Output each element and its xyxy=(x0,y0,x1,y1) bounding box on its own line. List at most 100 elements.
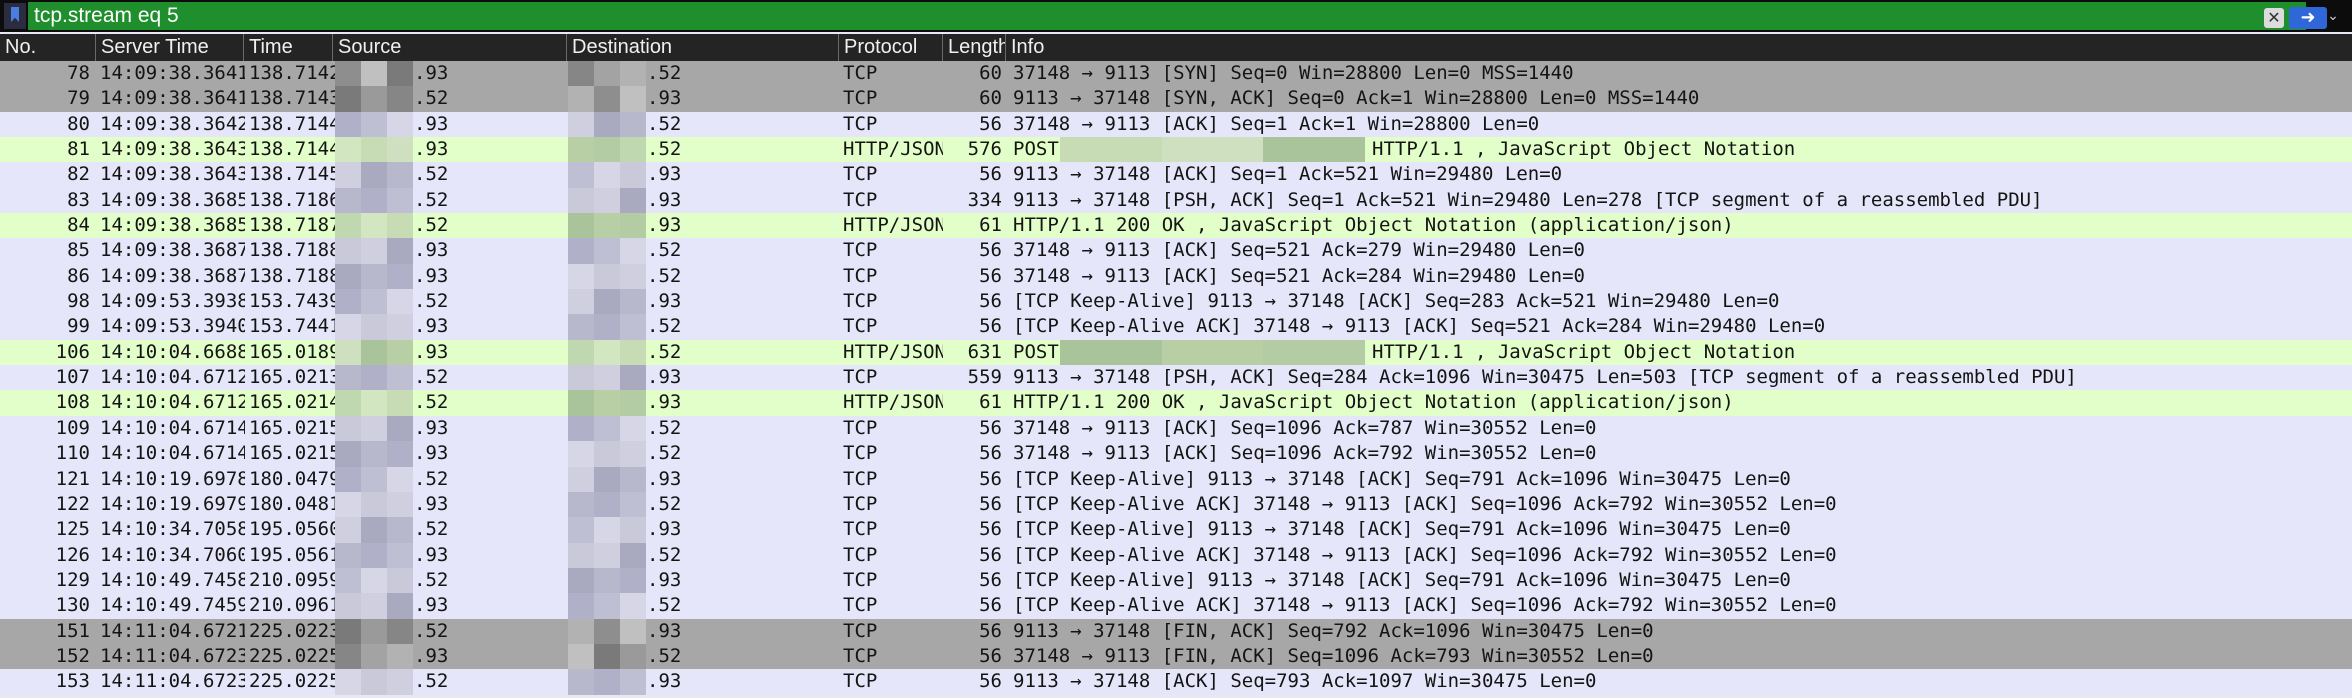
packet-number: 83 xyxy=(67,188,90,211)
redacted-ip-block xyxy=(335,263,413,290)
info-text: [TCP Keep-Alive ACK] 37148 → 9113 [ACK] … xyxy=(1013,594,1837,617)
protocol: TCP xyxy=(843,416,878,439)
redacted-ip-block xyxy=(568,339,646,366)
source-address: .52 xyxy=(414,568,449,591)
packet-row[interactable]: 106 14:10:04.668857165.018986 .93 .52 HTTP/J… xyxy=(0,339,2352,366)
packet-row[interactable]: 153 14:11:04.672389225.022518 .52 .93 TCP 56 9… xyxy=(0,669,2352,695)
packet-list[interactable]: 7814:09:38.364153138.714282.93.52TCP6037… xyxy=(0,61,2352,695)
frame-length: 56 xyxy=(979,467,1002,490)
destination-address: .93 xyxy=(647,290,682,313)
source-address: .52 xyxy=(414,188,449,211)
packet-row[interactable]: 99 14:09:53.394022153.744151 .93 .52 TCP 56 [T… xyxy=(0,314,2352,340)
packet-row[interactable]: 130 14:10:49.745974210.096103 .93 .52 TCP 56 [… xyxy=(0,593,2352,619)
packet-number: 152 xyxy=(55,644,90,667)
server-time: 14:10:19.697862 xyxy=(100,467,245,490)
redacted-ip-block xyxy=(335,213,413,239)
column-header-protocol[interactable]: Protocol xyxy=(838,34,942,61)
column-header-info[interactable]: Info xyxy=(1005,34,2352,61)
relative-time: 210.095995 xyxy=(249,568,349,591)
source-address: .93 xyxy=(414,416,449,439)
packet-row[interactable]: 109 14:10:04.671411165.021540 .93 .52 TCP 56 3… xyxy=(0,415,2352,442)
protocol: TCP xyxy=(843,619,878,642)
packet-row[interactable]: 81 14:09:38.364368138.714497 .93 .52 HTTP/JS… xyxy=(0,137,2352,163)
column-header-destination[interactable]: Destination xyxy=(566,34,838,61)
info-text: 37148 → 9113 [SYN] Seq=0 Win=28800 Len=0… xyxy=(1013,62,1574,84)
packet-number: 85 xyxy=(67,239,90,262)
packet-row[interactable]: 85 14:09:38.368706138.718835 .93 .52 TCP 56 37… xyxy=(0,238,2352,264)
server-time: 14:10:34.705873 xyxy=(100,518,245,541)
display-filter-toolbar: tcp.stream eq 5 ✕ ➜ ⌄ xyxy=(0,0,2352,32)
protocol: TCP xyxy=(843,366,878,389)
info-text: [TCP Keep-Alive] 9113 → 37148 [ACK] Seq=… xyxy=(1013,467,1791,490)
display-filter-input[interactable]: tcp.stream eq 5 ✕ ➜ xyxy=(28,2,2327,30)
packet-number: 109 xyxy=(55,416,90,439)
column-header-length[interactable]: Length xyxy=(942,34,1005,61)
packet-row[interactable]: 151 14:11:04.672197225.022326 .52 .93 TCP 56 9… xyxy=(0,618,2352,644)
packet-row[interactable]: 129 14:10:49.745866210.095995 .52 .93 TCP 56 [… xyxy=(0,567,2352,594)
info-text: 9113 → 37148 [SYN, ACK] Seq=0 Ack=1 Win=… xyxy=(1013,87,1700,110)
info-text: 37148 → 9113 [ACK] Seq=1096 Ack=792 Win=… xyxy=(1013,442,1597,465)
column-header-server-time[interactable]: Server Time xyxy=(95,34,243,61)
packet-row[interactable]: 79 14:09:38.364186138.714315 .52 .93 TCP 60 91… xyxy=(0,86,2352,112)
column-header-time[interactable]: Time xyxy=(243,34,332,61)
info-text: 37148 → 9113 [ACK] Seq=1 Ack=1 Win=28800… xyxy=(1013,112,1540,135)
filter-expression[interactable]: tcp.stream eq 5 xyxy=(34,2,179,30)
redacted-ip-block xyxy=(335,86,413,112)
destination-address: .52 xyxy=(647,543,682,566)
info-text-tail: HTTP/1.1 , JavaScript Object Notation xyxy=(1372,138,1796,161)
packet-row[interactable]: 82 14:09:38.364378138.714507 .52 .93 TCP 56 91… xyxy=(0,162,2352,188)
info-text: HTTP/1.1 200 OK , JavaScript Object Nota… xyxy=(1013,391,1734,414)
packet-row[interactable]: 78 14:09:38.364153138.714282 .93 .52 TCP 60 37… xyxy=(0,61,2352,87)
packet-row[interactable]: 98 14:09:53.393869153.743998 .52 .93 TCP 56 [T… xyxy=(0,289,2352,315)
destination-address: .93 xyxy=(647,670,682,693)
source-address: .93 xyxy=(414,543,449,566)
bookmark-icon[interactable] xyxy=(4,3,26,29)
packet-row[interactable]: 126 14:10:34.706011195.056140 .93 .52 TCP 56 [… xyxy=(0,542,2352,568)
frame-length: 56 xyxy=(979,644,1002,667)
server-time: 14:11:04.672389 xyxy=(100,670,245,693)
source-address: .52 xyxy=(414,163,449,186)
info-text: [TCP Keep-Alive] 9113 → 37148 [ACK] Seq=… xyxy=(1013,290,1780,313)
packet-number: 153 xyxy=(55,670,90,693)
source-address: .93 xyxy=(414,644,449,667)
relative-time: 165.021547 xyxy=(249,442,349,465)
packet-row[interactable]: 80 14:09:38.364293138.714422 .93 .52 TCP 56 37… xyxy=(0,111,2352,138)
info-text: 37148 → 9113 [ACK] Seq=521 Ack=284 Win=2… xyxy=(1013,264,1585,287)
packet-row[interactable]: 86 14:09:38.368714138.718843 .93 .52 TCP 56 37… xyxy=(0,263,2352,290)
packet-row[interactable]: 108 14:10:04.671284165.021413 .52 .93 HTTP/J… xyxy=(0,390,2352,416)
packet-row[interactable]: 125 14:10:34.705873195.056002 .52 .93 TCP 56 [… xyxy=(0,517,2352,543)
protocol: TCP xyxy=(843,239,878,262)
source-address: .93 xyxy=(414,340,449,363)
packet-number: 122 xyxy=(55,492,90,515)
relative-time: 195.056002 xyxy=(249,518,349,541)
relative-time: 138.718843 xyxy=(249,264,349,287)
source-address: .52 xyxy=(414,366,449,389)
frame-length: 60 xyxy=(979,62,1002,84)
packet-number: 78 xyxy=(67,62,90,84)
destination-address: .52 xyxy=(647,239,682,262)
column-header-no[interactable]: No. xyxy=(0,34,95,61)
frame-length: 56 xyxy=(979,442,1002,465)
destination-address: .93 xyxy=(647,391,682,414)
source-address: .52 xyxy=(414,214,449,237)
packet-row[interactable]: 152 14:11:04.672374225.022503 .93 .52 TCP 56 3… xyxy=(0,643,2352,670)
server-time: 14:10:04.671284 xyxy=(100,391,245,414)
source-address: .93 xyxy=(414,239,449,262)
packet-row[interactable]: 84 14:09:38.368590138.718719 .52 .93 HTTP/JS… xyxy=(0,213,2352,239)
destination-address: .93 xyxy=(647,87,682,110)
packet-row[interactable]: 110 14:10:04.671418165.021547 .93 .52 TCP 56 3… xyxy=(0,441,2352,467)
packet-row[interactable]: 83 14:09:38.368555138.718684 .52 .93 TCP 334 9… xyxy=(0,187,2352,214)
packet-row[interactable]: 107 14:10:04.671249165.021378 .52 .93 TCP 559… xyxy=(0,365,2352,391)
redacted-ip-block xyxy=(335,669,413,695)
server-time: 14:10:49.745974 xyxy=(100,594,245,617)
server-time: 14:09:38.364368 xyxy=(100,138,245,161)
packet-number: 121 xyxy=(55,467,90,490)
packet-row[interactable]: 121 14:10:19.697862180.047991 .52 .93 TCP 56 [… xyxy=(0,466,2352,492)
info-text-tail: HTTP/1.1 , JavaScript Object Notation xyxy=(1372,340,1796,363)
server-time: 14:10:04.671411 xyxy=(100,416,245,439)
info-text: 9113 → 37148 [FIN, ACK] Seq=792 Ack=1096… xyxy=(1013,619,1654,642)
clear-x-icon[interactable]: ✕ xyxy=(2264,8,2284,28)
column-header-source[interactable]: Source xyxy=(332,34,566,61)
packet-row[interactable]: 122 14:10:19.697985180.048114 .93 .52 TCP 56 [… xyxy=(0,491,2352,518)
chevron-down-icon[interactable]: ⌄ xyxy=(2318,5,2348,27)
